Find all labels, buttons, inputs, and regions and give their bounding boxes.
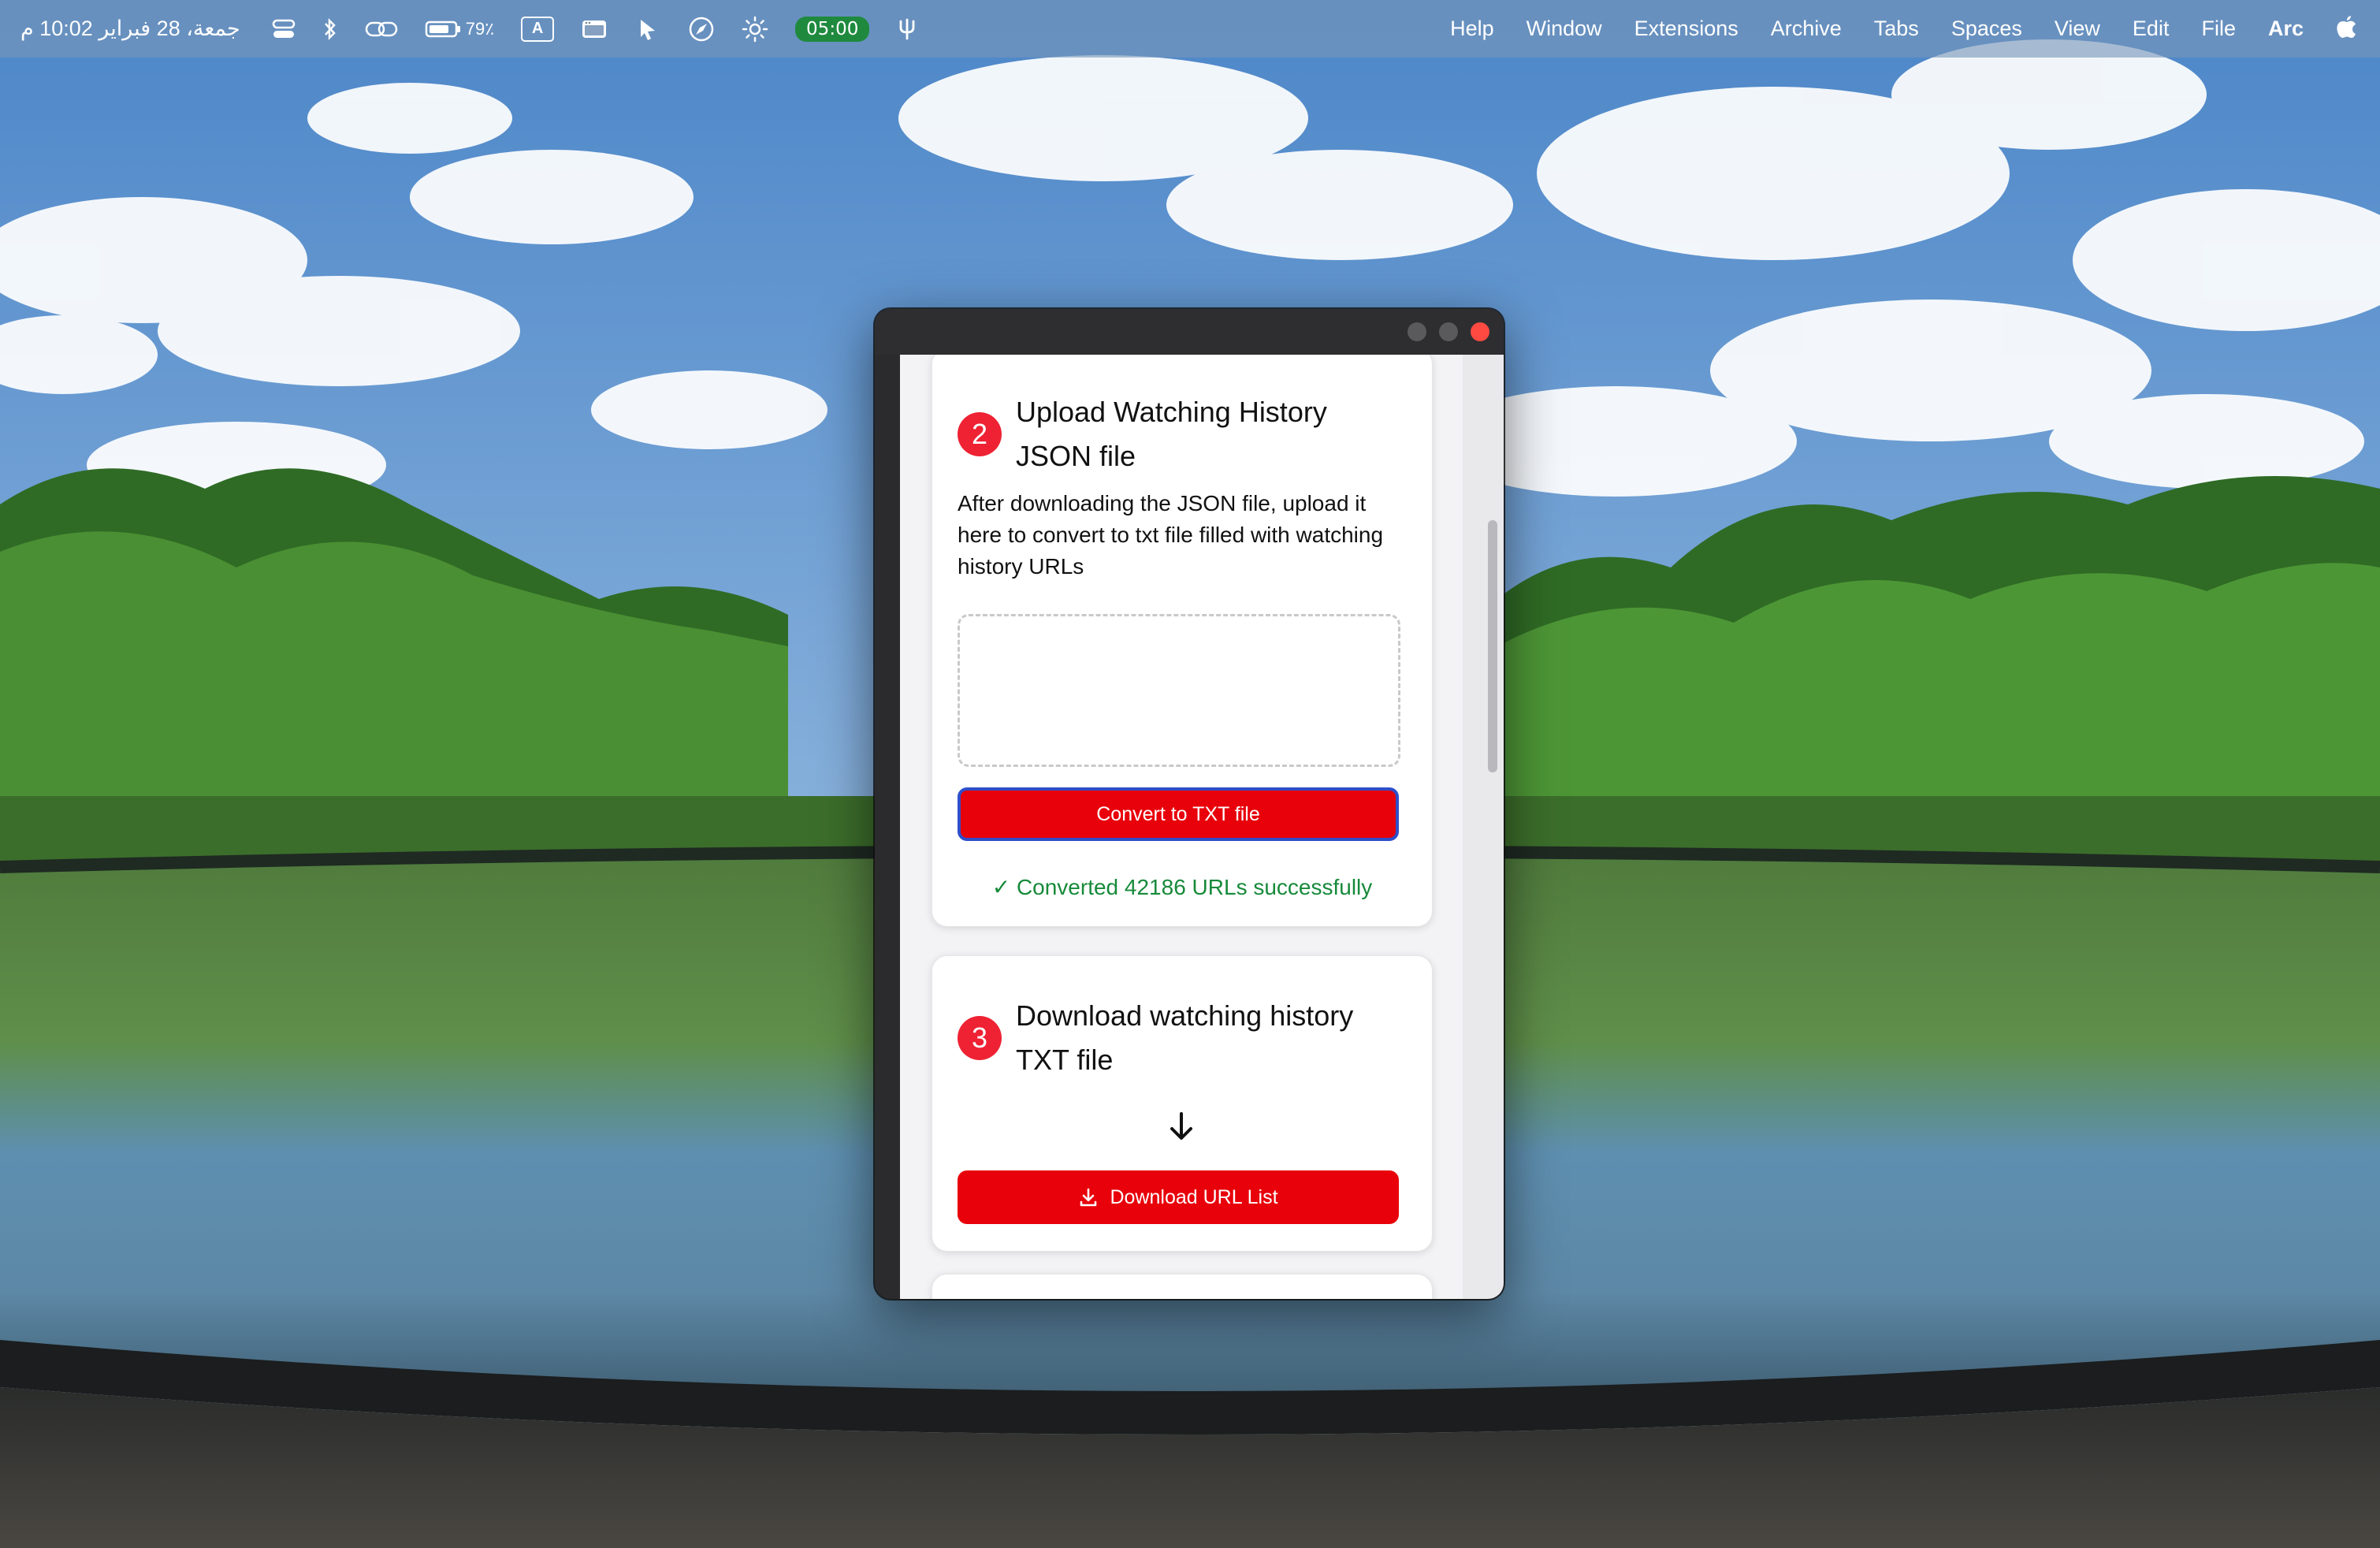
upload-step-title: Upload Watching History JSON file	[1016, 396, 1327, 472]
apple-logo-icon[interactable]	[2336, 13, 2358, 44]
brightness-icon[interactable]	[742, 16, 768, 43]
download-button-label: Download URL List	[1110, 1185, 1278, 1208]
step-number-badge: 3	[958, 1016, 1002, 1060]
upload-step-header: 2 Upload Watching History JSON file	[958, 390, 1394, 478]
status-area: جمعة، 28 فبراير 10:02 م 79٪ A 05:00	[20, 16, 945, 43]
bluetooth-icon[interactable]	[322, 17, 338, 41]
menu-spaces[interactable]: Spaces	[1951, 17, 2022, 41]
app-name-menu[interactable]: Arc	[2268, 17, 2304, 41]
menu-file[interactable]: File	[2201, 17, 2236, 41]
upload-step-card: 2 Upload Watching History JSON file Afte…	[932, 355, 1433, 927]
menu-edit[interactable]: Edit	[2133, 17, 2170, 41]
download-url-list-button[interactable]: Download URL List	[958, 1170, 1399, 1224]
cursor-icon[interactable]	[634, 17, 661, 42]
battery-percent: 79٪	[465, 18, 495, 39]
menu-window[interactable]: Window	[1527, 17, 1602, 41]
menu-tabs[interactable]: Tabs	[1874, 17, 1919, 41]
battery-icon[interactable]: 79٪	[425, 19, 494, 39]
menu-bar: جمعة، 28 فبراير 10:02 م 79٪ A 05:00 Help…	[0, 0, 2380, 58]
menu-extensions[interactable]: Extensions	[1634, 17, 1739, 41]
control-center-icon[interactable]	[272, 18, 296, 40]
upload-step-description: After downloading the JSON file, upload …	[958, 491, 1384, 579]
input-source-icon[interactable]: A	[521, 16, 555, 42]
minimize-button[interactable]	[1408, 322, 1426, 341]
scrollbar-thumb[interactable]	[1488, 520, 1497, 772]
step-number-badge: 2	[958, 412, 1002, 456]
popup-content: 2 Upload Watching History JSON file Afte…	[900, 355, 1463, 1299]
download-step-card: 3 Download watching history TXT file Dow…	[932, 955, 1433, 1252]
next-step-card	[932, 1274, 1433, 1299]
window-icon[interactable]	[581, 18, 608, 40]
window-titlebar[interactable]	[875, 309, 1504, 355]
menu-help[interactable]: Help	[1450, 17, 1494, 41]
menu-view[interactable]: View	[2055, 17, 2100, 41]
arrow-down-icon	[1161, 1106, 1202, 1147]
clock[interactable]: جمعة، 28 فبراير 10:02 م	[20, 17, 240, 41]
extension-popup-window: 2 Upload Watching History JSON file Afte…	[875, 309, 1504, 1299]
download-step-title: Download watching history TXT file	[1016, 999, 1354, 1076]
menu-archive[interactable]: Archive	[1771, 17, 1842, 41]
compass-icon[interactable]	[688, 16, 715, 43]
link-icon[interactable]	[365, 19, 398, 39]
convert-to-txt-button[interactable]: Convert to TXT file	[958, 787, 1399, 841]
scrollbar-track[interactable]	[1463, 355, 1504, 1299]
zoom-button[interactable]	[1439, 322, 1458, 341]
download-step-header: 3 Download watching history TXT file	[958, 994, 1394, 1082]
fork-icon[interactable]	[896, 17, 918, 42]
close-button[interactable]	[1471, 322, 1489, 341]
app-menus: Help Window Extensions Archive Tabs Spac…	[1418, 13, 2358, 44]
file-drop-zone[interactable]	[958, 614, 1400, 767]
conversion-status: ✓ Converted 42186 URLs successfully	[991, 875, 1373, 899]
download-icon	[1080, 1188, 1097, 1207]
timer-badge[interactable]: 05:00	[795, 16, 870, 42]
